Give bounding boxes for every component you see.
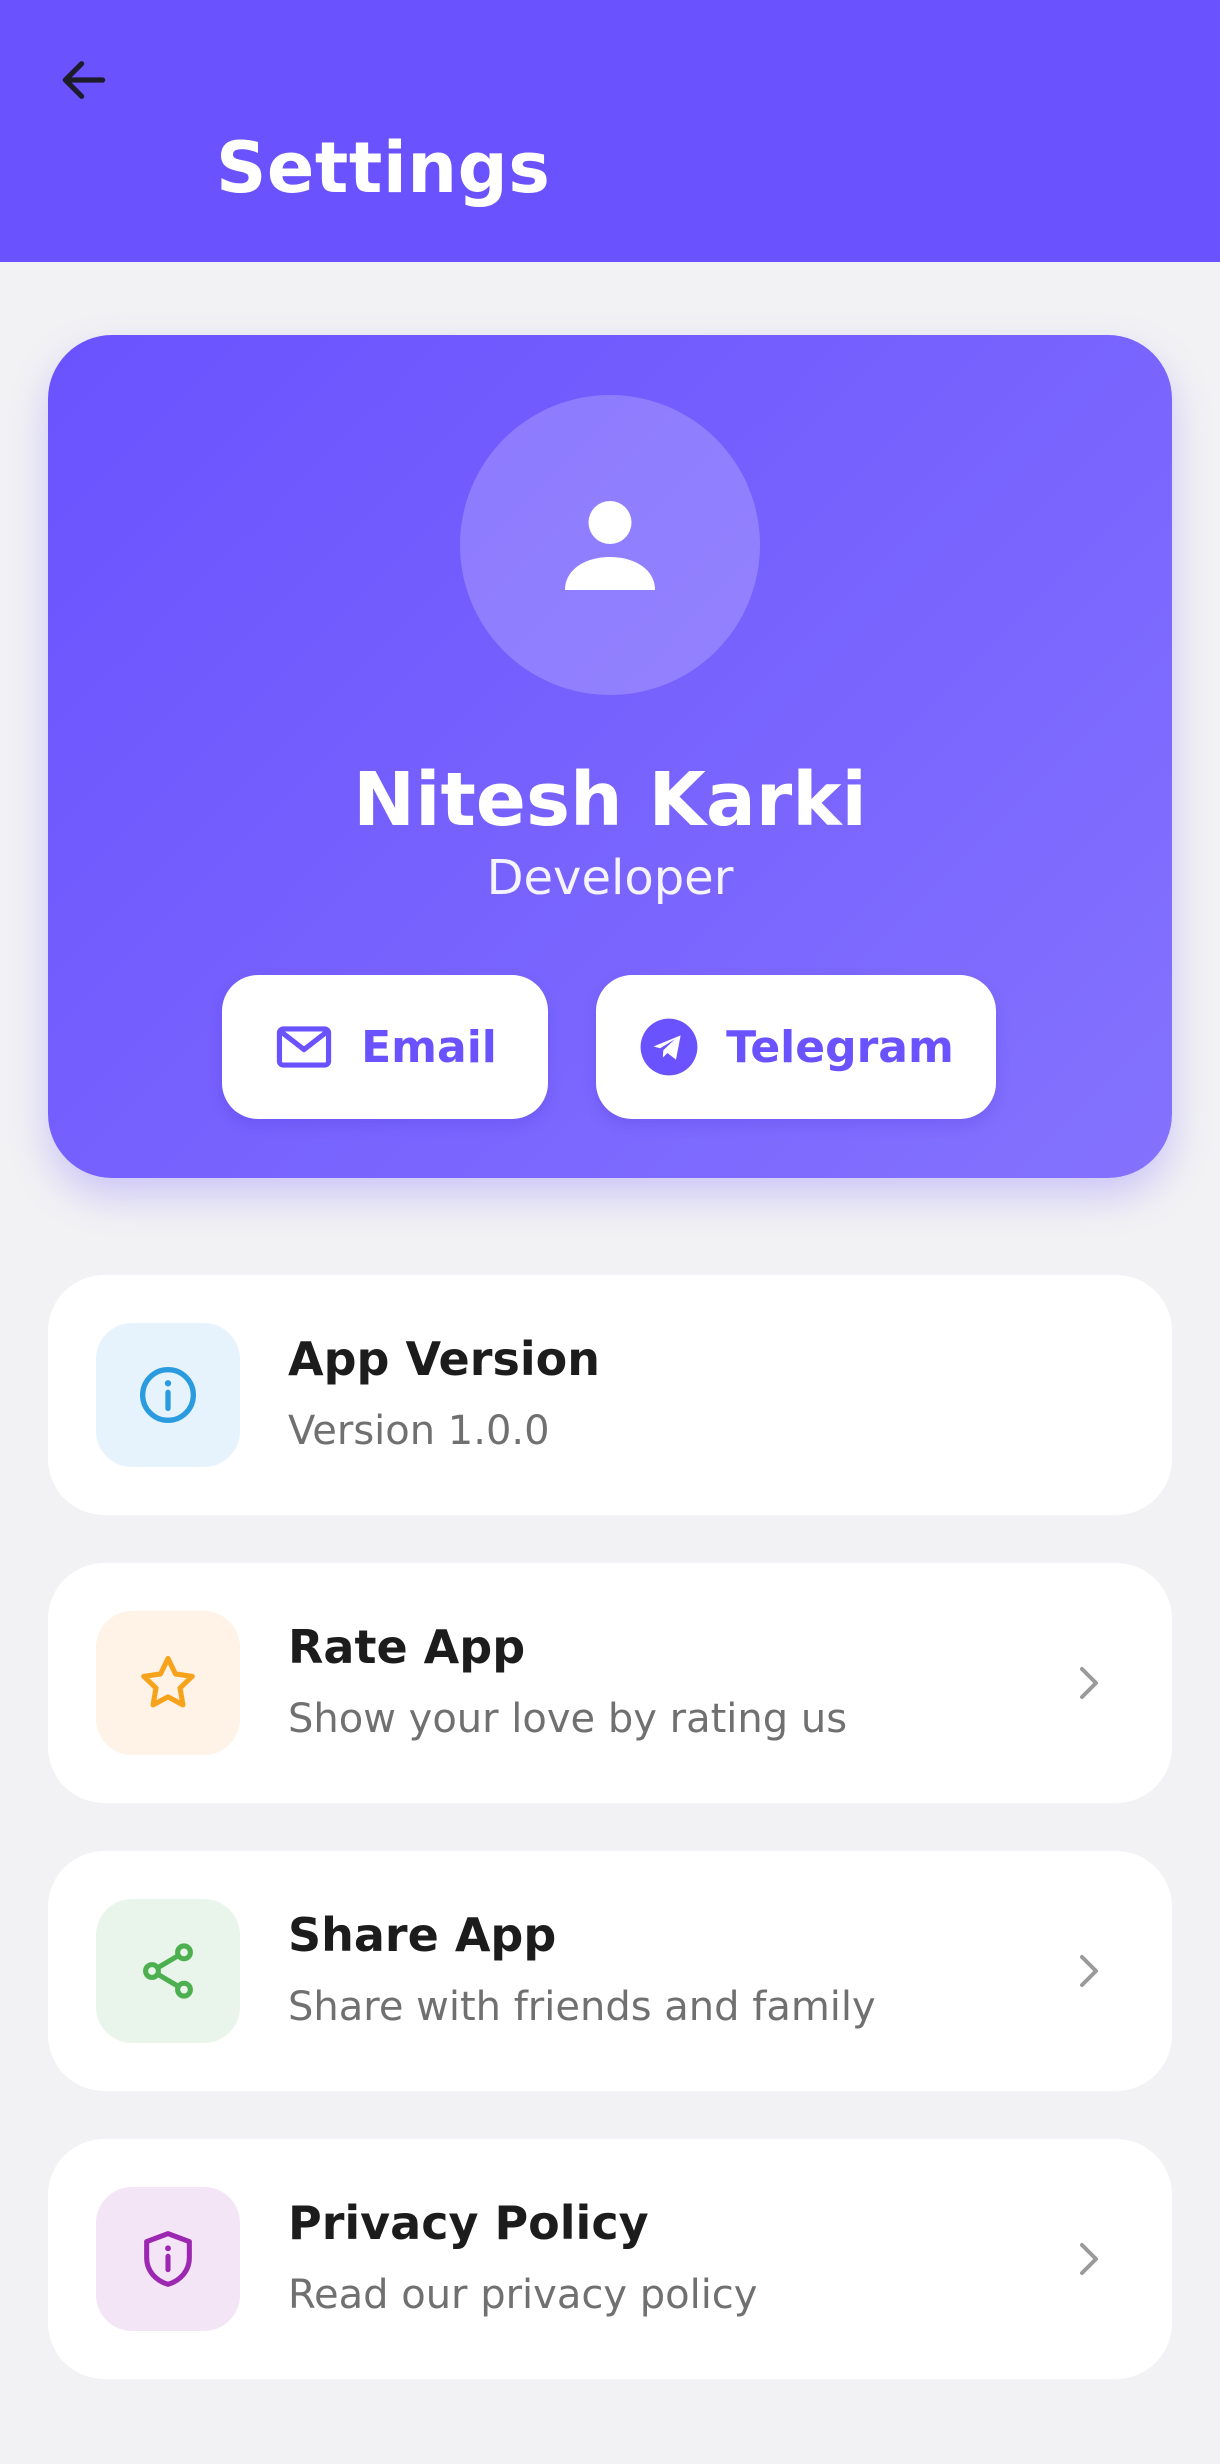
settings-item-app-version[interactable]: App Version Version 1.0.0 bbox=[48, 1275, 1172, 1515]
profile-role: Developer bbox=[486, 850, 734, 906]
person-icon bbox=[565, 501, 655, 590]
mail-icon bbox=[276, 1026, 332, 1068]
item-title: App Version bbox=[288, 1332, 600, 1386]
telegram-button-label: Telegram bbox=[726, 1021, 954, 1073]
page-title: Settings bbox=[216, 127, 551, 209]
item-title: Privacy Policy bbox=[288, 2196, 649, 2250]
app-bar: Settings bbox=[0, 0, 1220, 262]
settings-item-rate-app[interactable]: Rate App Show your love by rating us bbox=[48, 1563, 1172, 1803]
profile-name: Nitesh Karki bbox=[353, 757, 867, 843]
chevron-right-icon bbox=[1058, 1653, 1118, 1713]
chevron-right-icon bbox=[1058, 2229, 1118, 2289]
profile-card: Nitesh Karki Developer Email Telegram bbox=[48, 335, 1172, 1178]
item-icon-box bbox=[96, 1899, 240, 2043]
item-subtitle: Version 1.0.0 bbox=[288, 1408, 550, 1454]
item-subtitle: Read our privacy policy bbox=[288, 2272, 758, 2318]
email-button-label: Email bbox=[361, 1021, 497, 1073]
email-button[interactable]: Email bbox=[222, 975, 548, 1119]
item-title: Rate App bbox=[288, 1620, 526, 1674]
item-subtitle: Share with friends and family bbox=[288, 1984, 876, 2030]
chevron-right-icon bbox=[1058, 1941, 1118, 2001]
item-title: Share App bbox=[288, 1908, 557, 1962]
star-icon bbox=[141, 1655, 195, 1708]
item-subtitle: Show your love by rating us bbox=[288, 1696, 848, 1742]
telegram-icon bbox=[640, 1018, 698, 1076]
settings-item-share-app[interactable]: Share App Share with friends and family bbox=[48, 1851, 1172, 2091]
avatar bbox=[460, 395, 760, 695]
settings-item-privacy-policy[interactable]: Privacy Policy Read our privacy policy bbox=[48, 2139, 1172, 2379]
item-icon-box bbox=[96, 2187, 240, 2331]
back-button[interactable] bbox=[48, 44, 120, 116]
info-icon bbox=[140, 1367, 196, 1423]
telegram-button[interactable]: Telegram bbox=[596, 975, 996, 1119]
share-icon bbox=[143, 1943, 193, 1999]
item-icon-box bbox=[96, 1611, 240, 1755]
arrow-left-icon bbox=[62, 61, 106, 99]
shield-icon bbox=[144, 2231, 192, 2287]
item-icon-box bbox=[96, 1323, 240, 1467]
